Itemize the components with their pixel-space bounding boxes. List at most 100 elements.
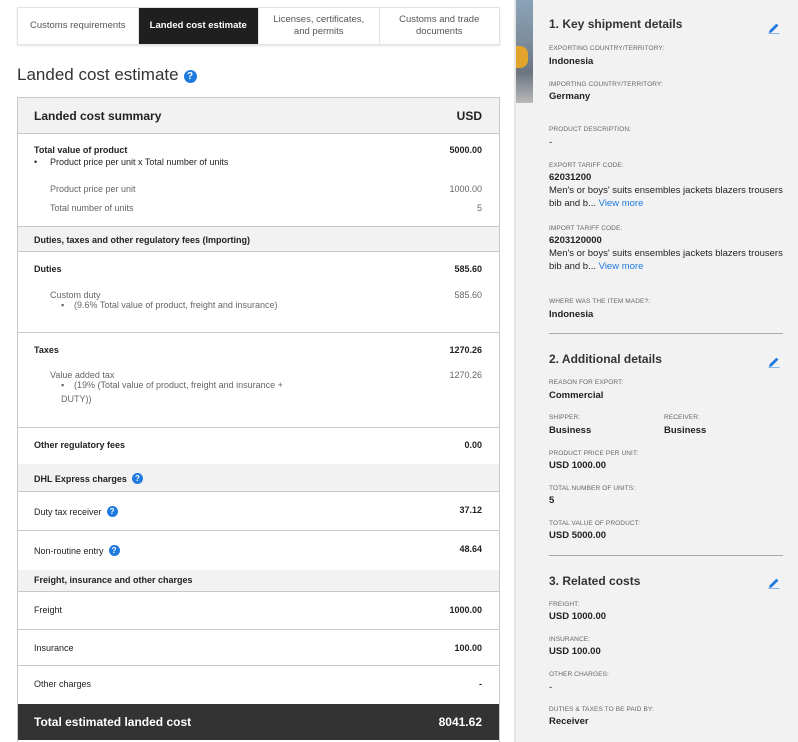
total-value-amount: 5000.00 xyxy=(449,145,482,155)
section-divider xyxy=(549,555,783,556)
help-icon[interactable]: ? xyxy=(183,70,197,83)
other-charges-value: - xyxy=(549,682,553,693)
total-value-label: TOTAL VALUE OF PRODUCT: xyxy=(549,520,640,527)
product-description-label: PRODUCT DESCRIPTION: xyxy=(549,126,632,133)
total-units-label: TOTAL NUMBER OF UNITS: xyxy=(549,485,636,492)
importing-country-value: Germany xyxy=(549,91,591,102)
item-made-value: Indonesia xyxy=(549,309,594,320)
freight-row: Freight 1000.00 xyxy=(18,592,499,630)
export-tariff-description-text: Men's or boys' suits ensembles jackets b… xyxy=(549,185,783,209)
duties-value: 585.60 xyxy=(454,264,482,274)
help-icon[interactable]: ? xyxy=(131,473,143,484)
total-value-formula: Product price per unit x Total number of… xyxy=(50,157,229,167)
insurance-value: 100.00 xyxy=(454,643,482,653)
total-landed-cost-value: 8041.62 xyxy=(438,715,482,729)
tab-bar: Customs requirements Landed cost estimat… xyxy=(17,7,500,45)
help-icon[interactable]: ? xyxy=(108,545,120,556)
vat-formula-line2: DUTY)) xyxy=(61,394,92,404)
shipper-label: SHIPPER: xyxy=(549,414,581,421)
duty-tax-receiver-label: Duty tax receiver xyxy=(34,506,102,517)
summary-header: Landed cost summary USD xyxy=(18,98,499,134)
units-value: 5 xyxy=(476,203,482,213)
tab-customs-requirements[interactable]: Customs requirements xyxy=(18,8,139,44)
custom-duty-formula: (9.6% Total value of product, freight an… xyxy=(74,300,278,310)
import-tariff-description: Men's or boys' suits ensembles jackets b… xyxy=(549,247,789,273)
freight-section-header: Freight, insurance and other charges xyxy=(18,570,499,592)
exporting-country-label: EXPORTING COUNTRY/TERRITORY: xyxy=(549,45,665,52)
shipment-details-panel: 1. Key shipment details EXPORTING COUNTR… xyxy=(533,0,798,742)
import-tariff-description-text: Men's or boys' suits ensembles jackets b… xyxy=(549,248,783,272)
duty-tax-receiver-row: Duty tax receiver ? 37.12 xyxy=(18,492,499,531)
related-costs-title: 3. Related costs xyxy=(549,574,641,588)
panel-divider xyxy=(514,0,516,742)
freight-label: Freight xyxy=(34,605,63,615)
other-charges-label: Other charges xyxy=(34,679,92,689)
freight-value: 1000.00 xyxy=(449,605,482,615)
total-units-value: 5 xyxy=(549,495,555,506)
export-tariff-code-label: EXPORT TARIFF CODE: xyxy=(549,162,624,169)
vat-value: 1270.26 xyxy=(449,370,482,380)
price-per-unit-value: 1000.00 xyxy=(449,184,482,194)
duties-label: Duties xyxy=(34,264,62,274)
landed-cost-summary-table: Landed cost summary USD Total value of p… xyxy=(17,97,500,742)
tab-customs-trade-documents[interactable]: Customs and trade documents xyxy=(380,8,500,44)
page-title-text: Landed cost estimate xyxy=(17,65,179,84)
receiver-label: RECEIVER: xyxy=(664,414,700,421)
tab-landed-cost-estimate[interactable]: Landed cost estimate xyxy=(138,8,259,44)
paid-by-label: DUTIES & TAXES TO BE PAID BY: xyxy=(549,706,654,713)
non-routine-entry-value: 48.64 xyxy=(459,544,482,554)
tab-licenses-certificates-permits[interactable]: Licenses, certificates, and permits xyxy=(259,8,380,44)
dhl-section-title: DHL Express charges xyxy=(34,473,127,484)
duty-tax-receiver-label-wrap: Duty tax receiver ? xyxy=(34,506,118,517)
custom-duty-value: 585.60 xyxy=(454,290,482,300)
dhl-section-title-wrap: DHL Express charges ? xyxy=(34,473,143,484)
other-fees-label: Other regulatory fees xyxy=(34,440,126,450)
vat-formula-line1: (19% (Total value of product, freight an… xyxy=(74,380,283,390)
non-routine-entry-label: Non-routine entry xyxy=(34,545,104,556)
help-icon[interactable]: ? xyxy=(106,506,118,517)
other-charges-value: - xyxy=(479,679,482,689)
freight-value: USD 1000.00 xyxy=(549,611,607,622)
insurance-value: USD 100.00 xyxy=(549,646,601,657)
freight-section-title: Freight, insurance and other charges xyxy=(34,575,193,585)
total-value-value: USD 5000.00 xyxy=(549,530,607,541)
insurance-label: Insurance xyxy=(34,643,74,653)
edit-related-costs-icon[interactable] xyxy=(768,577,780,589)
hero-image-detail xyxy=(516,46,528,68)
total-landed-cost-label: Total estimated landed cost xyxy=(34,715,192,729)
other-fees-row: Other regulatory fees 0.00 xyxy=(18,428,499,464)
price-per-unit-value: USD 1000.00 xyxy=(549,460,607,471)
edit-additional-details-icon[interactable] xyxy=(768,356,780,368)
insurance-row: Insurance 100.00 xyxy=(18,630,499,666)
import-view-more-link[interactable]: View more xyxy=(599,261,644,272)
non-routine-entry-row: Non-routine entry ? 48.64 xyxy=(18,531,499,570)
duties-row: Duties 585.60 Custom duty 585.60 ▪ (9.6%… xyxy=(18,252,499,333)
duties-section-header: Duties, taxes and other regulatory fees … xyxy=(18,227,499,252)
duties-section-title: Duties, taxes and other regulatory fees … xyxy=(34,235,251,245)
export-tariff-code-value: 62031200 xyxy=(549,172,592,183)
other-charges-row: Other charges - xyxy=(18,666,499,704)
units-label: Total number of units xyxy=(50,203,134,213)
total-value-label: Total value of product xyxy=(34,145,128,155)
non-routine-entry-label-wrap: Non-routine entry ? xyxy=(34,545,120,556)
total-value-row: Total value of product 5000.00 • Product… xyxy=(18,134,499,227)
import-tariff-code-value: 6203120000 xyxy=(549,235,602,246)
taxes-value: 1270.26 xyxy=(449,345,482,355)
edit-key-shipment-details-icon[interactable] xyxy=(768,22,780,34)
total-landed-cost-row: Total estimated landed cost 8041.62 xyxy=(18,704,499,740)
freight-label: FREIGHT: xyxy=(549,601,580,608)
price-per-unit-label: PRODUCT PRICE PER UNIT: xyxy=(549,450,639,457)
other-fees-value: 0.00 xyxy=(464,440,482,450)
receiver-value: Business xyxy=(664,425,707,436)
exporting-country-value: Indonesia xyxy=(549,56,594,67)
price-per-unit-label: Product price per unit xyxy=(50,184,136,194)
section-divider xyxy=(549,333,783,334)
reason-for-export-value: Commercial xyxy=(549,390,604,401)
export-view-more-link[interactable]: View more xyxy=(599,198,644,209)
hero-image-strip xyxy=(516,0,533,103)
additional-details-title: 2. Additional details xyxy=(549,352,662,366)
other-charges-label: OTHER CHARGES: xyxy=(549,671,609,678)
paid-by-value: Receiver xyxy=(549,716,589,727)
product-description-value: - xyxy=(549,137,553,148)
duty-tax-receiver-value: 37.12 xyxy=(459,505,482,515)
